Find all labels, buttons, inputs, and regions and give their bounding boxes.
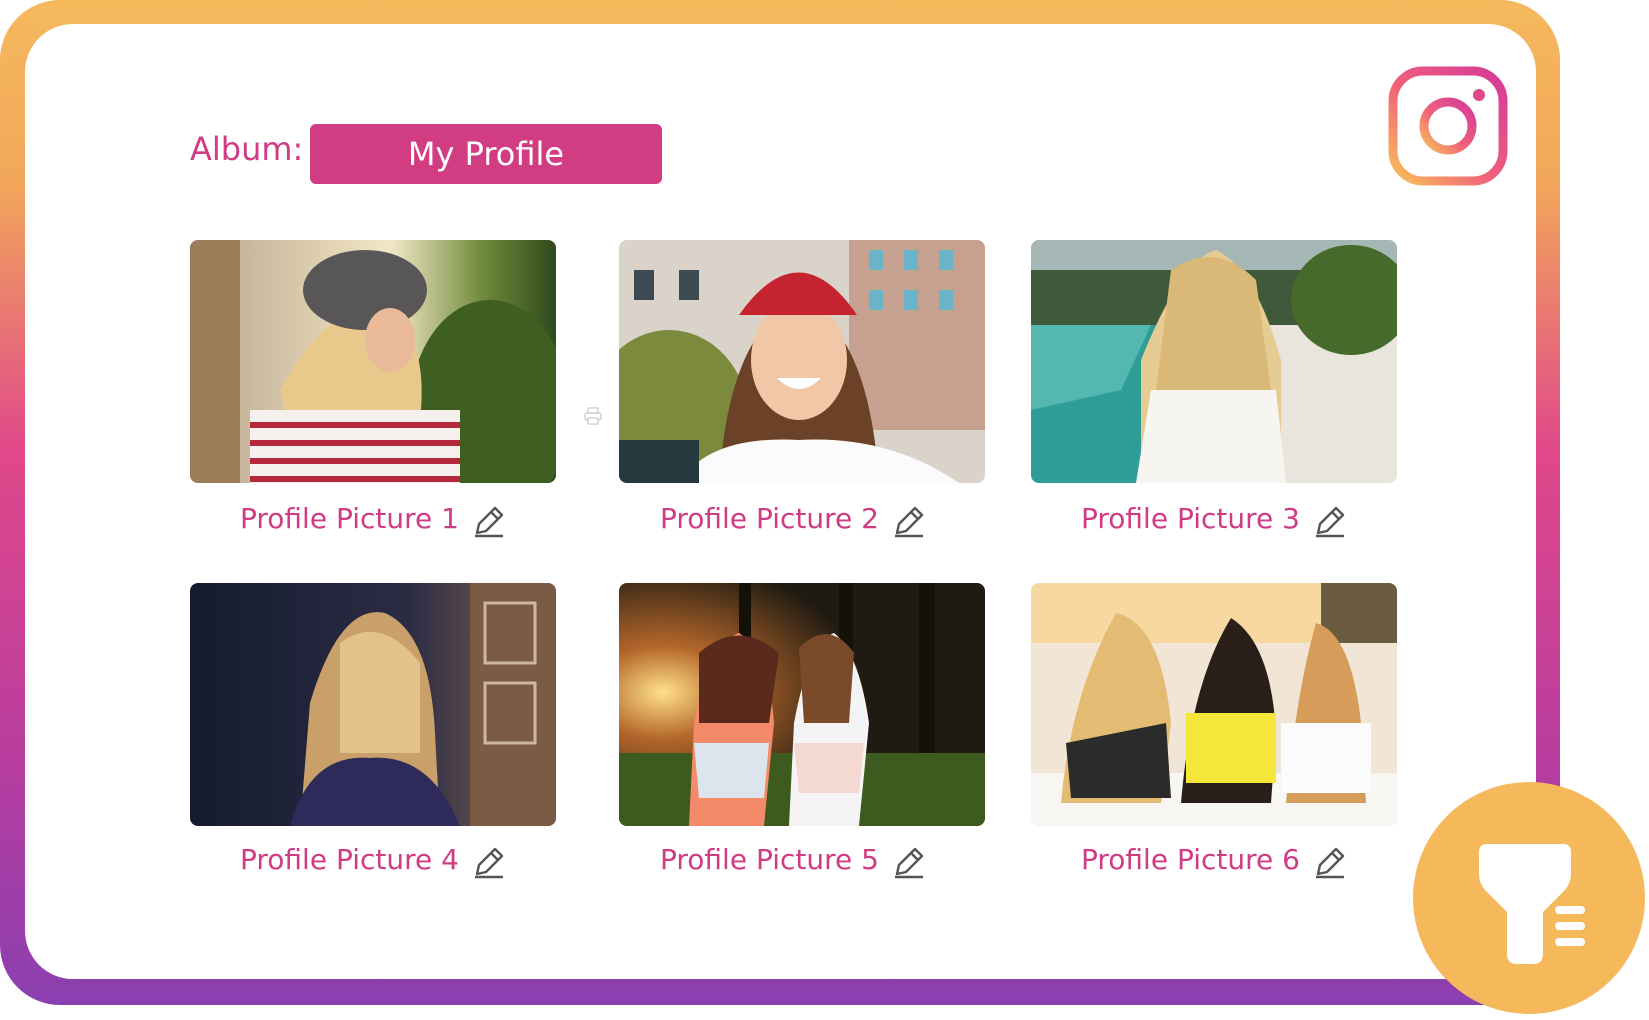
album-label: Album: (190, 130, 304, 168)
profile-picture-1[interactable] (190, 240, 556, 483)
caption-6: Profile Picture 6 (1081, 843, 1300, 876)
profile-picture-4[interactable] (190, 583, 556, 826)
filter-badge[interactable] (1413, 782, 1645, 1014)
pencil-icon[interactable] (1312, 503, 1348, 539)
caption-3: Profile Picture 3 (1081, 502, 1300, 535)
caption-4: Profile Picture 4 (240, 843, 459, 876)
profile-picture-3[interactable] (1031, 240, 1397, 483)
profile-picture-2[interactable] (619, 240, 985, 483)
instagram-icon (1388, 66, 1508, 186)
pencil-icon[interactable] (1312, 844, 1348, 880)
album-select[interactable]: My Profile (310, 124, 662, 184)
profile-picture-5[interactable] (619, 583, 985, 826)
pencil-icon[interactable] (471, 844, 507, 880)
printer-icon[interactable] (583, 406, 603, 426)
funnel-list-icon (1479, 844, 1585, 964)
caption-5: Profile Picture 5 (660, 843, 879, 876)
pencil-icon[interactable] (891, 503, 927, 539)
pencil-icon[interactable] (891, 844, 927, 880)
pencil-icon[interactable] (471, 503, 507, 539)
caption-2: Profile Picture 2 (660, 502, 879, 535)
caption-1: Profile Picture 1 (240, 502, 459, 535)
album-select-value: My Profile (407, 135, 565, 173)
profile-picture-6[interactable] (1031, 583, 1397, 826)
